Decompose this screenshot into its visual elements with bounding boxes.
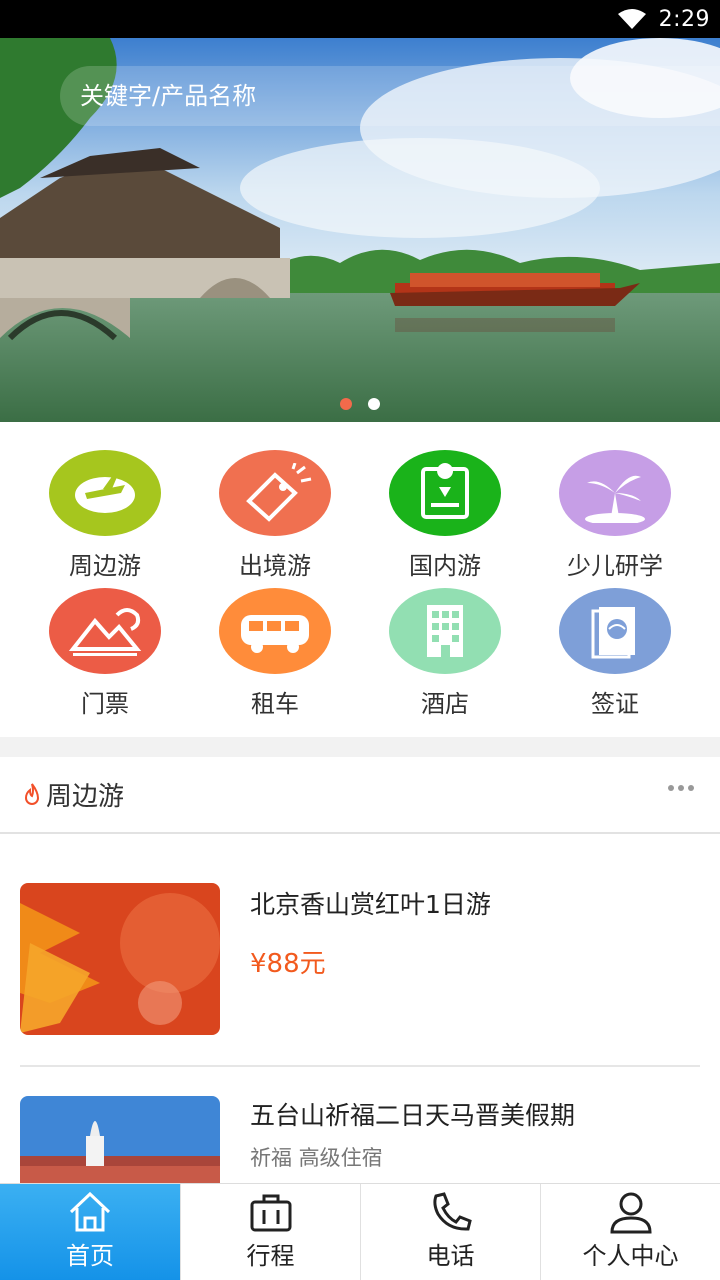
item-name: 北京香山赏红叶1日游	[250, 890, 491, 919]
person-icon	[609, 1192, 652, 1234]
item-thumbnail	[20, 883, 220, 1035]
item-thumbnail	[20, 1096, 220, 1185]
carousel-indicator	[0, 398, 720, 410]
category-qianzheng[interactable]: 签证	[530, 588, 700, 719]
briefcase-icon	[250, 1194, 291, 1232]
plane-icon	[49, 450, 161, 536]
bus-icon	[219, 588, 331, 674]
category-chujingyou[interactable]: 出境游	[190, 450, 360, 581]
category-label: 租车	[251, 690, 299, 718]
passport-icon	[559, 588, 671, 674]
tab-label: 行程	[246, 1242, 295, 1270]
tab-phone[interactable]: 电话	[360, 1184, 540, 1280]
item-price: ¥88元	[250, 949, 326, 979]
category-guoneiyou[interactable]: 国内游	[360, 450, 530, 581]
category-shaoeryanxue[interactable]: 少儿研学	[530, 450, 700, 581]
tab-home[interactable]: 首页	[0, 1184, 180, 1280]
section-zhoubianyou: 周边游 北京香山赏红叶1日游 ¥88元 五台山祈福二日天马晋美假期 祈福 高级住…	[0, 757, 720, 1185]
palm-island-icon	[559, 450, 671, 536]
banner-carousel[interactable]	[0, 38, 720, 422]
section-header: 周边游	[0, 757, 720, 834]
item-name: 五台山祈福二日天马晋美假期	[250, 1101, 576, 1130]
status-bar: 2:29	[0, 0, 720, 38]
category-zhoubianyou[interactable]: 周边游	[20, 450, 190, 581]
tag-icon	[219, 450, 331, 536]
search-bar[interactable]	[60, 66, 720, 126]
tab-label: 个人中心	[582, 1242, 679, 1270]
building-icon	[389, 588, 501, 674]
item-tags: 祈福 高级住宿	[250, 1146, 383, 1170]
carousel-dot-2[interactable]	[368, 398, 380, 410]
category-zuche[interactable]: 租车	[190, 588, 360, 719]
category-label: 少儿研学	[567, 552, 663, 580]
map-location-icon	[389, 450, 501, 536]
tab-profile[interactable]: 个人中心	[540, 1184, 720, 1280]
item-divider	[20, 1065, 700, 1067]
section-title: 周边游	[46, 782, 125, 812]
carousel-dot-1[interactable]	[340, 398, 352, 410]
flame-icon	[24, 782, 40, 805]
wifi-icon	[617, 9, 646, 29]
category-menpiao[interactable]: 门票	[20, 588, 190, 719]
home-icon	[69, 1191, 111, 1232]
category-label: 国内游	[409, 552, 481, 580]
category-label: 门票	[81, 690, 129, 718]
category-label: 酒店	[421, 690, 469, 718]
category-jiudian[interactable]: 酒店	[360, 588, 530, 719]
category-grid: 周边游 出境游 国内游 少儿研学 门票 租车 酒店 签证	[0, 422, 720, 737]
phone-icon	[432, 1192, 472, 1231]
tab-label: 首页	[66, 1242, 114, 1270]
mountain-icon	[49, 588, 161, 674]
tab-itinerary[interactable]: 行程	[180, 1184, 360, 1280]
more-icon[interactable]	[668, 785, 694, 791]
category-label: 周边游	[69, 552, 141, 580]
bottom-tab-bar: 首页 行程 电话 个人中心	[0, 1183, 720, 1280]
tab-label: 电话	[426, 1242, 475, 1270]
category-label: 签证	[591, 690, 639, 718]
category-label: 出境游	[239, 552, 311, 580]
status-time: 2:29	[658, 6, 710, 32]
search-input[interactable]	[80, 82, 720, 110]
